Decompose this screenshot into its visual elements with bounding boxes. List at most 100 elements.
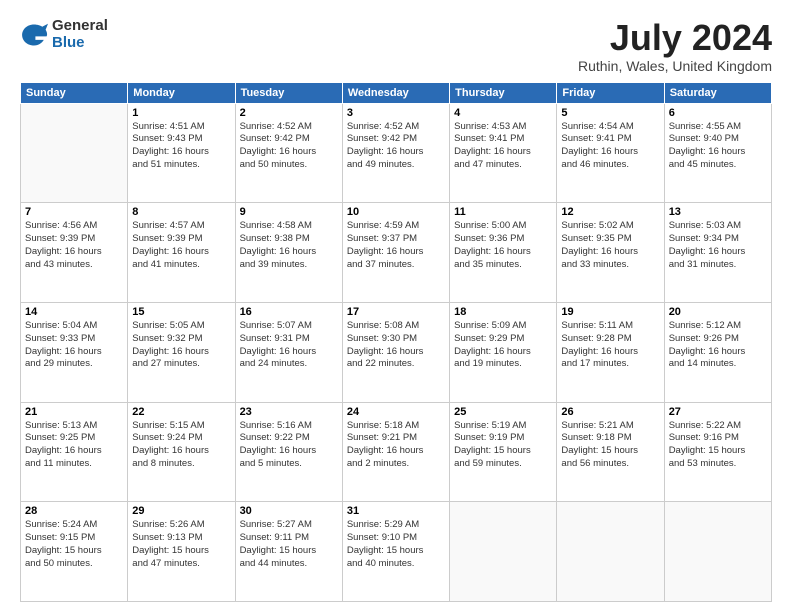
col-friday: Friday — [557, 82, 664, 103]
day-number: 20 — [669, 306, 767, 318]
day-info: Sunrise: 5:15 AM Sunset: 9:24 PM Dayligh… — [132, 420, 230, 471]
calendar-cell-w5-d1: 28Sunrise: 5:24 AM Sunset: 9:15 PM Dayli… — [21, 502, 128, 602]
calendar-cell-w5-d2: 29Sunrise: 5:26 AM Sunset: 9:13 PM Dayli… — [128, 502, 235, 602]
calendar-cell-w1-d3: 2 Sunrise: 4:52 AM Sunset: 9:42 PM Daylig… — [235, 103, 342, 203]
col-thursday: Thursday — [450, 82, 557, 103]
day-number: 22 — [132, 406, 230, 418]
day-number: 21 — [25, 406, 123, 418]
calendar-cell-w3-d4: 17 Sunrise: 5:08 AM Sunset: 9:30 PM Dayli… — [342, 302, 449, 402]
day-number: 6 — [669, 107, 767, 119]
calendar-cell-w3-d2: 15 Sunrise: 5:05 AM Sunset: 9:32 PM Dayli… — [128, 302, 235, 402]
day-info: Sunrise: 5:04 AM Sunset: 9:33 PM Dayligh… — [25, 320, 123, 371]
calendar-cell-w2-d5: 11 Sunrise: 5:00 AM Sunset: 9:36 PM Dayli… — [450, 203, 557, 303]
day-info: Sunrise: 5:26 AM Sunset: 9:13 PM Dayligh… — [132, 519, 230, 570]
calendar-cell-w2-d7: 13 Sunrise: 5:03 AM Sunset: 9:34 PM Dayli… — [664, 203, 771, 303]
title-area: July 2024 Ruthin, Wales, United Kingdom — [578, 18, 772, 74]
day-number: 25 — [454, 406, 552, 418]
day-info: Sunrise: 5:12 AM Sunset: 9:26 PM Dayligh… — [669, 320, 767, 371]
day-info: Sunrise: 4:56 AM Sunset: 9:39 PM Dayligh… — [25, 220, 123, 271]
col-tuesday: Tuesday — [235, 82, 342, 103]
day-number: 1 — [132, 107, 230, 119]
calendar-cell-w2-d2: 8Sunrise: 4:57 AM Sunset: 9:39 PM Daylig… — [128, 203, 235, 303]
calendar-cell-w4-d5: 25 Sunrise: 5:19 AM Sunset: 9:19 PM Dayli… — [450, 402, 557, 502]
calendar-cell-w4-d1: 21 Sunrise: 5:13 AM Sunset: 9:25 PM Dayli… — [21, 402, 128, 502]
page: General Blue July 2024 Ruthin, Wales, Un… — [0, 0, 792, 612]
calendar-cell-w1-d7: 6 Sunrise: 4:55 AM Sunset: 9:40 PM Daylig… — [664, 103, 771, 203]
day-info: Sunrise: 5:27 AM Sunset: 9:11 PM Dayligh… — [240, 519, 338, 570]
day-number: 7 — [25, 206, 123, 218]
week-row-2: 7 Sunrise: 4:56 AM Sunset: 9:39 PM Daylig… — [21, 203, 772, 303]
logo-blue-text: Blue — [52, 35, 108, 52]
day-info: Sunrise: 5:05 AM Sunset: 9:32 PM Dayligh… — [132, 320, 230, 371]
calendar-cell-w3-d1: 14Sunrise: 5:04 AM Sunset: 9:33 PM Dayli… — [21, 302, 128, 402]
logo-text: General Blue — [52, 18, 108, 51]
day-info: Sunrise: 5:16 AM Sunset: 9:22 PM Dayligh… — [240, 420, 338, 471]
calendar-cell-w1-d2: 1 Sunrise: 4:51 AM Sunset: 9:43 PM Daylig… — [128, 103, 235, 203]
month-title: July 2024 — [578, 18, 772, 58]
day-number: 27 — [669, 406, 767, 418]
day-info: Sunrise: 4:51 AM Sunset: 9:43 PM Dayligh… — [132, 121, 230, 172]
day-info: Sunrise: 5:11 AM Sunset: 9:28 PM Dayligh… — [561, 320, 659, 371]
day-number: 13 — [669, 206, 767, 218]
calendar-header-row: Sunday Monday Tuesday Wednesday Thursday… — [21, 82, 772, 103]
day-info: Sunrise: 5:00 AM Sunset: 9:36 PM Dayligh… — [454, 220, 552, 271]
calendar-cell-w5-d7 — [664, 502, 771, 602]
day-info: Sunrise: 4:58 AM Sunset: 9:38 PM Dayligh… — [240, 220, 338, 271]
calendar-cell-w1-d6: 5Sunrise: 4:54 AM Sunset: 9:41 PM Daylig… — [557, 103, 664, 203]
calendar-cell-w2-d4: 10Sunrise: 4:59 AM Sunset: 9:37 PM Dayli… — [342, 203, 449, 303]
week-row-1: 1 Sunrise: 4:51 AM Sunset: 9:43 PM Daylig… — [21, 103, 772, 203]
day-info: Sunrise: 5:13 AM Sunset: 9:25 PM Dayligh… — [25, 420, 123, 471]
day-info: Sunrise: 4:52 AM Sunset: 9:42 PM Dayligh… — [347, 121, 445, 172]
day-info: Sunrise: 4:52 AM Sunset: 9:42 PM Dayligh… — [240, 121, 338, 172]
day-info: Sunrise: 5:21 AM Sunset: 9:18 PM Dayligh… — [561, 420, 659, 471]
day-info: Sunrise: 5:02 AM Sunset: 9:35 PM Dayligh… — [561, 220, 659, 271]
calendar-cell-w5-d3: 30 Sunrise: 5:27 AM Sunset: 9:11 PM Dayli… — [235, 502, 342, 602]
day-info: Sunrise: 5:18 AM Sunset: 9:21 PM Dayligh… — [347, 420, 445, 471]
location: Ruthin, Wales, United Kingdom — [578, 58, 772, 74]
day-number: 15 — [132, 306, 230, 318]
calendar-cell-w3-d7: 20 Sunrise: 5:12 AM Sunset: 9:26 PM Dayli… — [664, 302, 771, 402]
week-row-5: 28Sunrise: 5:24 AM Sunset: 9:15 PM Dayli… — [21, 502, 772, 602]
day-info: Sunrise: 5:07 AM Sunset: 9:31 PM Dayligh… — [240, 320, 338, 371]
col-sunday: Sunday — [21, 82, 128, 103]
calendar-cell-w2-d6: 12 Sunrise: 5:02 AM Sunset: 9:35 PM Dayli… — [557, 203, 664, 303]
col-wednesday: Wednesday — [342, 82, 449, 103]
day-number: 12 — [561, 206, 659, 218]
day-number: 26 — [561, 406, 659, 418]
day-info: Sunrise: 5:08 AM Sunset: 9:30 PM Dayligh… — [347, 320, 445, 371]
week-row-3: 14Sunrise: 5:04 AM Sunset: 9:33 PM Dayli… — [21, 302, 772, 402]
day-number: 16 — [240, 306, 338, 318]
day-number: 3 — [347, 107, 445, 119]
calendar-cell-w4-d4: 24Sunrise: 5:18 AM Sunset: 9:21 PM Dayli… — [342, 402, 449, 502]
day-number: 2 — [240, 107, 338, 119]
calendar-cell-w3-d6: 19 Sunrise: 5:11 AM Sunset: 9:28 PM Dayli… — [557, 302, 664, 402]
day-info: Sunrise: 5:09 AM Sunset: 9:29 PM Dayligh… — [454, 320, 552, 371]
calendar-cell-w2-d3: 9Sunrise: 4:58 AM Sunset: 9:38 PM Daylig… — [235, 203, 342, 303]
week-row-4: 21 Sunrise: 5:13 AM Sunset: 9:25 PM Dayli… — [21, 402, 772, 502]
calendar-cell-w4-d3: 23Sunrise: 5:16 AM Sunset: 9:22 PM Dayli… — [235, 402, 342, 502]
header: General Blue July 2024 Ruthin, Wales, Un… — [20, 18, 772, 74]
day-number: 17 — [347, 306, 445, 318]
calendar-cell-w4-d6: 26 Sunrise: 5:21 AM Sunset: 9:18 PM Dayli… — [557, 402, 664, 502]
calendar-cell-w5-d6 — [557, 502, 664, 602]
day-info: Sunrise: 4:59 AM Sunset: 9:37 PM Dayligh… — [347, 220, 445, 271]
logo-general-text: General — [52, 18, 108, 35]
calendar-cell-w5-d4: 31Sunrise: 5:29 AM Sunset: 9:10 PM Dayli… — [342, 502, 449, 602]
day-info: Sunrise: 4:55 AM Sunset: 9:40 PM Dayligh… — [669, 121, 767, 172]
day-number: 19 — [561, 306, 659, 318]
calendar-cell-w4-d2: 22 Sunrise: 5:15 AM Sunset: 9:24 PM Dayli… — [128, 402, 235, 502]
calendar-cell-w3-d3: 16 Sunrise: 5:07 AM Sunset: 9:31 PM Dayli… — [235, 302, 342, 402]
calendar-cell-w1-d4: 3 Sunrise: 4:52 AM Sunset: 9:42 PM Daylig… — [342, 103, 449, 203]
col-monday: Monday — [128, 82, 235, 103]
day-number: 30 — [240, 505, 338, 517]
day-info: Sunrise: 4:57 AM Sunset: 9:39 PM Dayligh… — [132, 220, 230, 271]
day-info: Sunrise: 5:03 AM Sunset: 9:34 PM Dayligh… — [669, 220, 767, 271]
day-info: Sunrise: 4:53 AM Sunset: 9:41 PM Dayligh… — [454, 121, 552, 172]
logo: General Blue — [20, 18, 108, 51]
col-saturday: Saturday — [664, 82, 771, 103]
day-info: Sunrise: 5:19 AM Sunset: 9:19 PM Dayligh… — [454, 420, 552, 471]
day-number: 11 — [454, 206, 552, 218]
day-number: 28 — [25, 505, 123, 517]
calendar-cell-w1-d5: 4Sunrise: 4:53 AM Sunset: 9:41 PM Daylig… — [450, 103, 557, 203]
day-number: 5 — [561, 107, 659, 119]
